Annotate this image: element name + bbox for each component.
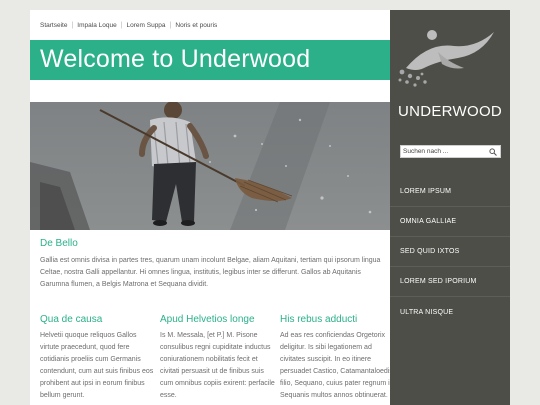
sidebar-item-sed-quid-ixtos[interactable]: SED QUID IXTOS xyxy=(390,237,510,267)
main-content: Startseite | Impala Loque | Lorem Suppa … xyxy=(30,10,390,405)
page-container: Startseite | Impala Loque | Lorem Suppa … xyxy=(30,10,510,405)
nav-link-lorem-suppa[interactable]: Lorem Suppa xyxy=(127,22,166,29)
logo-text[interactable]: UNDERWOOD xyxy=(390,103,510,120)
column-text: Helvetii quoque reliquos Gallos virtute … xyxy=(40,332,154,399)
column-heading: His rebus adducti xyxy=(280,314,358,325)
intro-heading: De Bello xyxy=(40,238,78,249)
nav-link-startseite[interactable]: Startseite xyxy=(40,22,67,29)
sidebar: UNDERWOOD LOREM IPSUM OMNIA GALLIAE SED … xyxy=(390,10,510,405)
column-2: Apud Helvetios longe Is M. Messala, [et … xyxy=(160,314,275,402)
sidebar-item-ultra-nisque[interactable]: ULTRA NISQUE xyxy=(390,297,510,327)
column-text: Ad eas res conficiendas Orgetorix deligi… xyxy=(280,332,390,399)
search-box xyxy=(400,145,501,158)
swimmer-logo-icon[interactable] xyxy=(398,28,502,88)
nav-separator: | xyxy=(169,21,172,29)
page-title: Welcome to Underwood xyxy=(40,45,311,73)
column-3: His rebus adducti Ad eas res conficienda… xyxy=(280,314,390,402)
column-1: Qua de causa Helvetii quoque reliquos Ga… xyxy=(40,314,155,402)
sidebar-item-lorem-ipsum[interactable]: LOREM IPSUM xyxy=(390,177,510,207)
search-input[interactable] xyxy=(403,146,489,157)
intro-text: Gallia est omnis divisa in partes tres, … xyxy=(40,257,381,288)
top-navigation: Startseite | Impala Loque | Lorem Suppa … xyxy=(40,19,217,31)
search-icon[interactable] xyxy=(489,148,497,156)
column-heading: Qua de causa xyxy=(40,314,103,325)
sidebar-item-lorem-sed-iporium[interactable]: LOREM SED IPORIUM xyxy=(390,267,510,297)
man-sweeping-photo xyxy=(30,102,390,230)
hero-image xyxy=(30,102,390,230)
nav-link-impala-loque[interactable]: Impala Loque xyxy=(77,22,116,29)
sidebar-item-omnia-galliae[interactable]: OMNIA GALLIAE xyxy=(390,207,510,237)
nav-separator: | xyxy=(120,21,123,29)
column-text: Is M. Messala, [et P.] M. Pisone consuli… xyxy=(160,332,275,399)
column-heading: Apud Helvetios longe xyxy=(160,314,255,325)
nav-link-noris-et-pouris[interactable]: Noris et pouris xyxy=(175,22,217,29)
nav-separator: | xyxy=(71,21,74,29)
sidebar-menu: LOREM IPSUM OMNIA GALLIAE SED QUID IXTOS… xyxy=(390,177,510,327)
